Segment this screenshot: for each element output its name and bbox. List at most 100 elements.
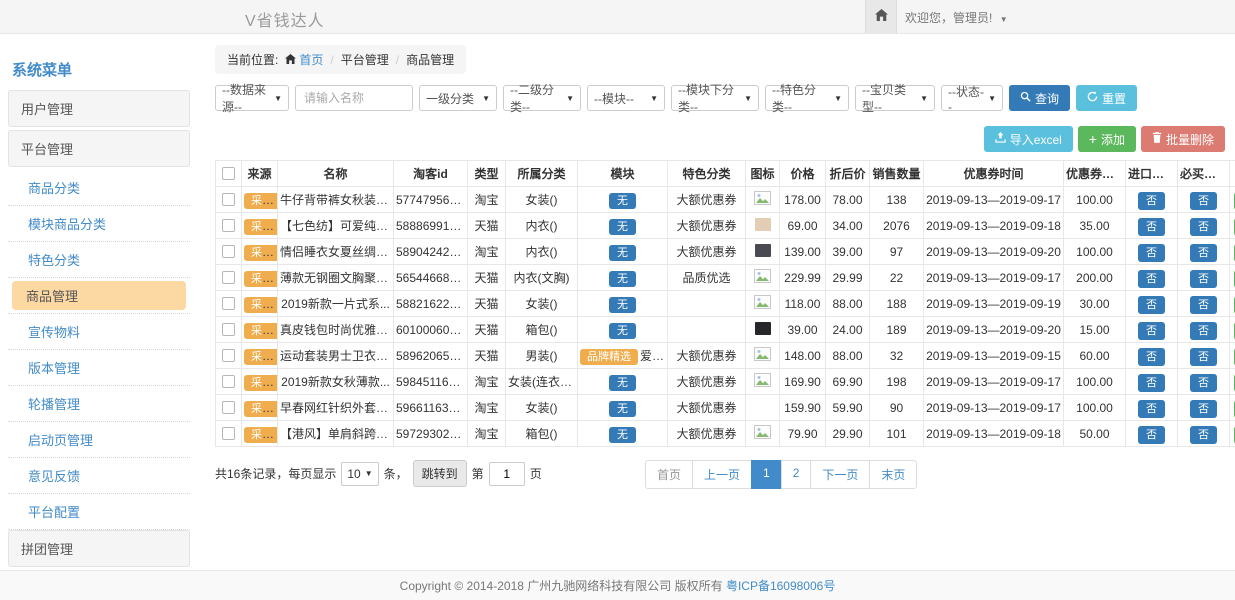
- must-buy-toggle[interactable]: 否: [1190, 192, 1217, 210]
- cell-source: 采集: [242, 421, 278, 447]
- must-buy-toggle[interactable]: 否: [1190, 374, 1217, 392]
- import-select-toggle[interactable]: 否: [1138, 322, 1165, 340]
- sidebar-item-特色分类[interactable]: 特色分类: [8, 242, 190, 278]
- must-buy-toggle[interactable]: 否: [1190, 400, 1217, 418]
- import-select-toggle[interactable]: 否: [1138, 192, 1165, 210]
- row-checkbox[interactable]: [222, 323, 235, 336]
- filter-select[interactable]: --数据来源--▼: [215, 85, 289, 111]
- cell-coupon-amount: 100.00: [1064, 239, 1126, 265]
- cell-coupon-time: 2019-09-13—2019-09-17: [924, 369, 1064, 395]
- import-select-toggle[interactable]: 否: [1138, 218, 1165, 236]
- filter-select[interactable]: --模块--▼: [587, 85, 665, 111]
- sidebar-item-商品管理[interactable]: 商品管理: [8, 278, 190, 314]
- must-buy-toggle[interactable]: 否: [1190, 426, 1217, 444]
- page-button-上一页[interactable]: 上一页: [692, 460, 752, 489]
- sidebar-item-平台管理[interactable]: 平台管理: [8, 130, 190, 167]
- must-buy-toggle[interactable]: 否: [1190, 296, 1217, 314]
- page-button-1[interactable]: 1: [751, 460, 782, 489]
- jump-button[interactable]: 跳转到: [413, 460, 467, 487]
- cell-name: 2019新款一片式系...: [278, 291, 394, 317]
- name-search-input[interactable]: [295, 85, 413, 111]
- import-select-toggle[interactable]: 否: [1138, 296, 1165, 314]
- filter-select[interactable]: --宝贝类型--▼: [855, 85, 935, 111]
- row-checkbox[interactable]: [222, 427, 235, 440]
- icp-link[interactable]: 粤ICP备16098006号: [726, 577, 835, 594]
- must-buy-toggle[interactable]: 否: [1190, 322, 1217, 340]
- home-button[interactable]: [865, 0, 897, 33]
- bulk-delete-button[interactable]: 批量删除: [1141, 126, 1225, 152]
- cell-import-select: 否: [1126, 421, 1178, 447]
- cell-price: 148.00: [780, 343, 826, 369]
- chevron-down-icon: ▼: [1000, 15, 1008, 24]
- reset-button[interactable]: 重置: [1076, 85, 1137, 111]
- row-checkbox[interactable]: [222, 193, 235, 206]
- cell-price: 79.90: [780, 421, 826, 447]
- sidebar-item-label: 轮播管理: [26, 392, 178, 415]
- filter-select[interactable]: --模块下分类--▼: [671, 85, 759, 111]
- import-select-toggle[interactable]: 否: [1138, 244, 1165, 262]
- row-checkbox[interactable]: [222, 349, 235, 362]
- add-button[interactable]: + 添加: [1078, 126, 1136, 152]
- page-button-下一页[interactable]: 下一页: [810, 460, 870, 489]
- page-button-2[interactable]: 2: [781, 460, 812, 489]
- sidebar-item-宣传物料[interactable]: 宣传物料: [8, 314, 190, 350]
- filter-select[interactable]: --特色分类--▼: [765, 85, 849, 111]
- import-select-toggle[interactable]: 否: [1138, 426, 1165, 444]
- cell-price: 39.00: [780, 317, 826, 343]
- module-none-badge: 无: [609, 219, 636, 235]
- import-excel-button[interactable]: 导入excel: [984, 126, 1073, 152]
- import-select-toggle[interactable]: 否: [1138, 400, 1165, 418]
- sidebar-item-商品分类[interactable]: 商品分类: [8, 170, 190, 206]
- user-dropdown[interactable]: 欢迎您，管理员! ▼: [905, 9, 1008, 26]
- cell-coupon-time: 2019-09-13—2019-09-17: [924, 395, 1064, 421]
- import-select-toggle[interactable]: 否: [1138, 270, 1165, 288]
- must-buy-toggle[interactable]: 否: [1190, 270, 1217, 288]
- column-header-销售数量: 销售数量: [870, 161, 924, 187]
- must-buy-toggle[interactable]: 否: [1190, 348, 1217, 366]
- sidebar-item-轮播管理[interactable]: 轮播管理: [8, 386, 190, 422]
- cell-select: [216, 265, 242, 291]
- filter-select[interactable]: 一级分类▼: [419, 85, 497, 111]
- jump-after-text: 页: [530, 465, 542, 482]
- select-all-checkbox[interactable]: [222, 167, 235, 180]
- cell-status: 上架: [1230, 239, 1235, 265]
- cell-module: 无: [578, 317, 668, 343]
- sidebar-item-版本管理[interactable]: 版本管理: [8, 350, 190, 386]
- sidebar-item-模块商品分类[interactable]: 模块商品分类: [8, 206, 190, 242]
- filter-select[interactable]: --状态--▼: [941, 85, 1003, 111]
- sidebar-item-拼团管理[interactable]: 拼团管理: [8, 530, 190, 567]
- import-select-toggle[interactable]: 否: [1138, 348, 1165, 366]
- search-button[interactable]: 查询: [1009, 85, 1070, 111]
- jump-page-input[interactable]: [489, 462, 525, 486]
- sidebar-item-意见反馈[interactable]: 意见反馈: [8, 458, 190, 494]
- cell-type: 天猫: [468, 343, 506, 369]
- row-checkbox[interactable]: [222, 375, 235, 388]
- cell-source: 采集: [242, 395, 278, 421]
- filter-select[interactable]: --二级分类--▼: [503, 85, 581, 111]
- page-button-首页[interactable]: 首页: [645, 460, 693, 489]
- row-checkbox[interactable]: [222, 245, 235, 258]
- cell-module: 无: [578, 369, 668, 395]
- row-checkbox[interactable]: [222, 219, 235, 232]
- row-checkbox[interactable]: [222, 401, 235, 414]
- row-checkbox[interactable]: [222, 271, 235, 284]
- filter-select-label: --宝贝类型--: [862, 81, 916, 115]
- cell-type: 淘宝: [468, 395, 506, 421]
- import-select-toggle[interactable]: 否: [1138, 374, 1165, 392]
- product-image-icon: [755, 324, 771, 338]
- per-page-select[interactable]: 10 ▼: [341, 462, 378, 486]
- cell-coupon-time: 2019-09-13—2019-09-19: [924, 291, 1064, 317]
- sidebar-item-用户管理[interactable]: 用户管理: [8, 90, 190, 127]
- sidebar-item-平台配置[interactable]: 平台配置: [8, 494, 190, 530]
- must-buy-toggle[interactable]: 否: [1190, 244, 1217, 262]
- module-none-badge: 无: [609, 323, 636, 339]
- cell-select: [216, 291, 242, 317]
- row-checkbox[interactable]: [222, 297, 235, 310]
- source-badge: 采集: [244, 271, 278, 287]
- cell-source: 采集: [242, 187, 278, 213]
- sidebar-item-启动页管理[interactable]: 启动页管理: [8, 422, 190, 458]
- page-button-末页[interactable]: 末页: [869, 460, 917, 489]
- breadcrumb-home-link[interactable]: 首页: [285, 51, 323, 68]
- cell-coupon-amount: 200.00: [1064, 265, 1126, 291]
- must-buy-toggle[interactable]: 否: [1190, 218, 1217, 236]
